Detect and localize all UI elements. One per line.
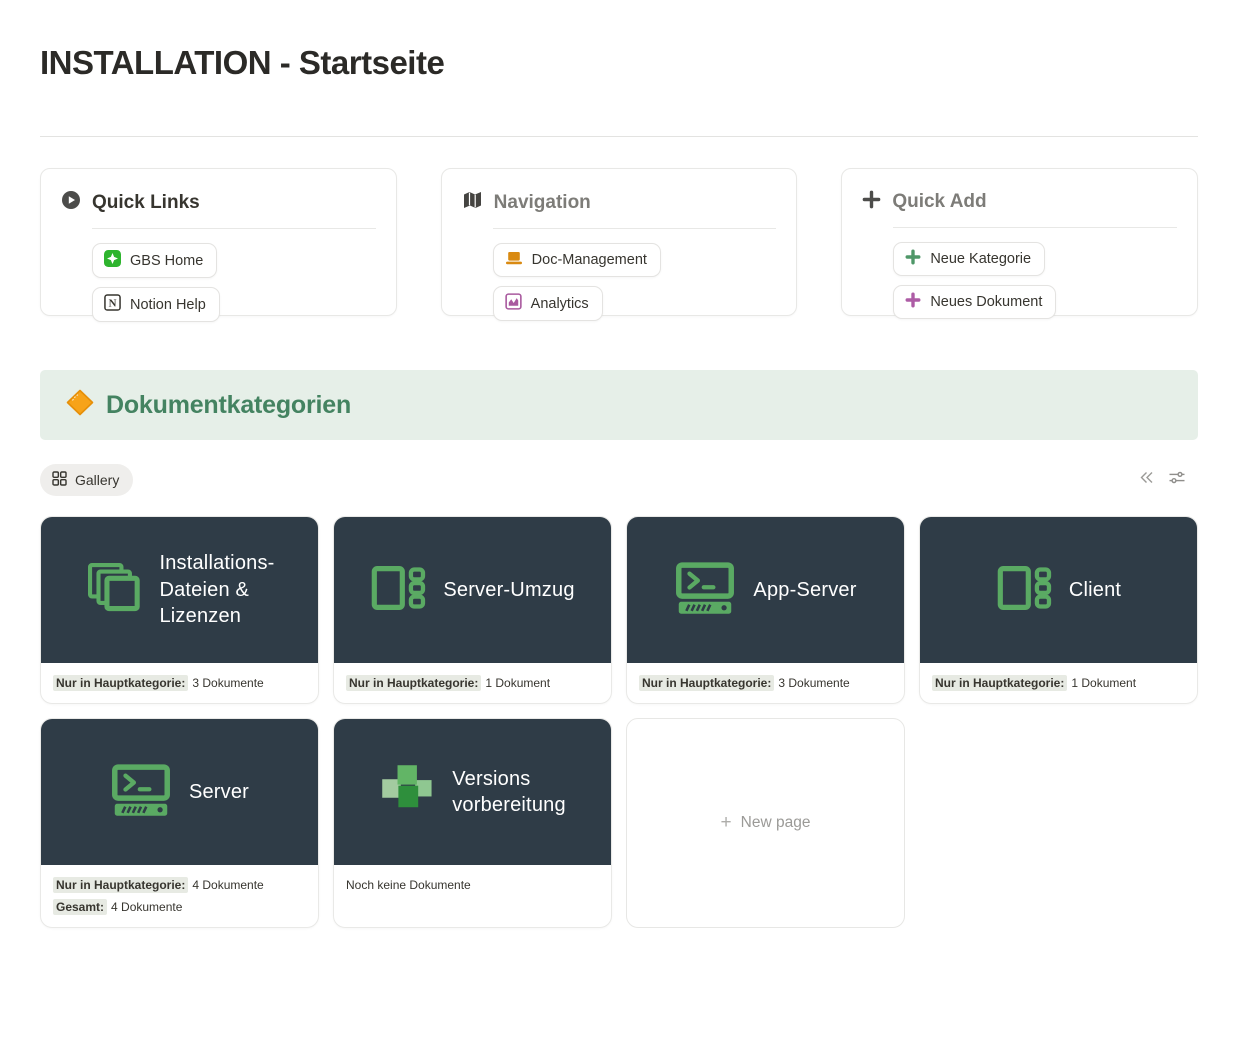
card-caption: Nur in Hauptkategorie: 3 Dokumente — [41, 663, 318, 703]
plus-icon — [862, 190, 881, 214]
callout-quick-links: Quick Links GBS Home N Notion — [40, 168, 397, 316]
card-title: App-Server — [753, 577, 856, 604]
gbs-home-button[interactable]: GBS Home — [92, 243, 217, 278]
card-title: Versions vorbereitung — [452, 766, 566, 819]
view-toolbar: Gallery — [40, 464, 1198, 496]
prop-label: Nur in Hauptkategorie: — [53, 877, 188, 893]
callout-body: Neue Kategorie Neues Dokument — [893, 227, 1177, 319]
collapse-chevrons-icon[interactable] — [1138, 470, 1155, 490]
card-server[interactable]: Server Nur in Hauptkategorie: 4 Dokumente… — [40, 718, 319, 928]
callout-quick-add-header: Quick Add — [862, 185, 1177, 214]
section-banner-dokumentkategorien: Dokumentkategorien — [40, 370, 1198, 440]
prop-value: 3 Dokumente — [192, 676, 263, 690]
button-label: Analytics — [531, 296, 589, 312]
button-label: Doc-Management — [532, 252, 647, 268]
button-label: Neue Kategorie — [930, 251, 1031, 267]
filter-sliders-icon[interactable] — [1168, 470, 1186, 490]
prop-label: Nur in Hauptkategorie: — [639, 675, 774, 691]
svg-text:N: N — [109, 298, 117, 310]
callout-divider — [92, 228, 376, 229]
button-label: GBS Home — [130, 253, 203, 269]
card-server-umzug[interactable]: Server-Umzug Nur in Hauptkategorie: 1 Dok… — [333, 516, 612, 704]
prop-value: 1 Dokument — [485, 676, 550, 690]
prop-label: Nur in Hauptkategorie: — [53, 675, 188, 691]
version-squares-icon — [379, 762, 435, 823]
client-device-icon — [996, 562, 1052, 619]
callout-body: Doc-Management Analytics — [493, 228, 777, 321]
prop-label: Gesamt: — [53, 899, 107, 915]
analytics-button[interactable]: Analytics — [493, 286, 603, 321]
new-page-button[interactable]: + New page — [626, 718, 905, 928]
play-circle-icon — [61, 190, 81, 215]
button-label: Neues Dokument — [930, 294, 1042, 310]
callout-quick-add: Quick Add Neue Kategorie Neue — [841, 168, 1198, 316]
plus-green-icon — [905, 249, 921, 269]
notion-page: INSTALLATION - Startseite Quick Links GB… — [0, 44, 1248, 928]
card-cover: Server-Umzug — [334, 517, 611, 663]
prop-value: 3 Dokumente — [778, 676, 849, 690]
laptop-icon — [505, 250, 523, 270]
card-caption: Nur in Hauptkategorie: 3 Dokumente — [627, 663, 904, 703]
stacked-copies-icon — [84, 559, 142, 622]
plus-icon: + — [721, 812, 732, 834]
prop-value: 4 Dokumente — [192, 878, 263, 892]
toolbar-actions — [1138, 470, 1198, 490]
callout-body: GBS Home N Notion Help — [92, 228, 376, 322]
neue-kategorie-button[interactable]: Neue Kategorie — [893, 242, 1045, 276]
card-client[interactable]: Client Nur in Hauptkategorie: 1 Dokument — [919, 516, 1198, 704]
callout-navigation-header: Navigation — [462, 185, 777, 215]
prop-value: 1 Dokument — [1071, 676, 1136, 690]
card-note: Noch keine Dokumente — [346, 878, 471, 892]
gallery-grid-icon — [52, 471, 67, 489]
card-title: Client — [1069, 577, 1121, 604]
client-device-icon — [370, 562, 426, 619]
gbs-sparkle-icon — [104, 250, 121, 271]
card-title: Installations- Dateien & Lizenzen — [159, 550, 274, 630]
card-app-server[interactable]: App-Server Nur in Hauptkategorie: 3 Dokum… — [626, 516, 905, 704]
card-caption: Nur in Hauptkategorie: 1 Dokument — [334, 663, 611, 703]
card-caption: Nur in Hauptkategorie: 4 Dokumente Gesamt… — [41, 865, 318, 927]
callout-title: Quick Links — [92, 192, 200, 214]
new-page-label: New page — [741, 814, 811, 832]
callout-quick-links-header: Quick Links — [61, 185, 376, 215]
doc-management-button[interactable]: Doc-Management — [493, 243, 661, 277]
tab-gallery[interactable]: Gallery — [40, 464, 133, 496]
title-divider — [40, 136, 1198, 137]
page-title: INSTALLATION - Startseite — [40, 44, 1198, 82]
terminal-server-icon — [674, 561, 736, 619]
prop-value: 4 Dokumente — [111, 900, 182, 914]
plus-purple-icon — [905, 292, 921, 312]
callout-navigation: Navigation Doc-Management Ana — [441, 168, 798, 316]
map-icon — [462, 190, 483, 215]
button-label: Notion Help — [130, 297, 206, 313]
card-cover: Server — [41, 719, 318, 865]
gallery-grid: Installations- Dateien & Lizenzen Nur in… — [40, 516, 1198, 928]
callout-title: Quick Add — [892, 191, 986, 213]
card-cover: Installations- Dateien & Lizenzen — [41, 517, 318, 663]
orange-diamond-icon — [66, 389, 94, 421]
neues-dokument-button[interactable]: Neues Dokument — [893, 285, 1056, 319]
callout-divider — [493, 228, 777, 229]
prop-label: Nur in Hauptkategorie: — [346, 675, 481, 691]
section-title: Dokumentkategorien — [106, 391, 351, 420]
notion-help-button[interactable]: N Notion Help — [92, 287, 220, 322]
card-caption: Noch keine Dokumente — [334, 865, 611, 905]
chart-icon — [505, 293, 522, 314]
prop-label: Nur in Hauptkategorie: — [932, 675, 1067, 691]
card-cover: Client — [920, 517, 1197, 663]
card-cover: Versions vorbereitung — [334, 719, 611, 865]
terminal-server-icon — [110, 763, 172, 821]
callout-row: Quick Links GBS Home N Notion — [40, 168, 1198, 316]
callout-title: Navigation — [494, 192, 591, 214]
card-installations-dateien-lizenzen[interactable]: Installations- Dateien & Lizenzen Nur in… — [40, 516, 319, 704]
card-versionsvorbereitung[interactable]: Versions vorbereitung Noch keine Dokumen… — [333, 718, 612, 928]
notion-logo-icon: N — [104, 294, 121, 315]
callout-divider — [893, 227, 1177, 228]
card-cover: App-Server — [627, 517, 904, 663]
card-title: Server-Umzug — [443, 577, 574, 604]
tab-gallery-label: Gallery — [75, 472, 119, 488]
card-title: Server — [189, 779, 249, 806]
card-caption: Nur in Hauptkategorie: 1 Dokument — [920, 663, 1197, 703]
